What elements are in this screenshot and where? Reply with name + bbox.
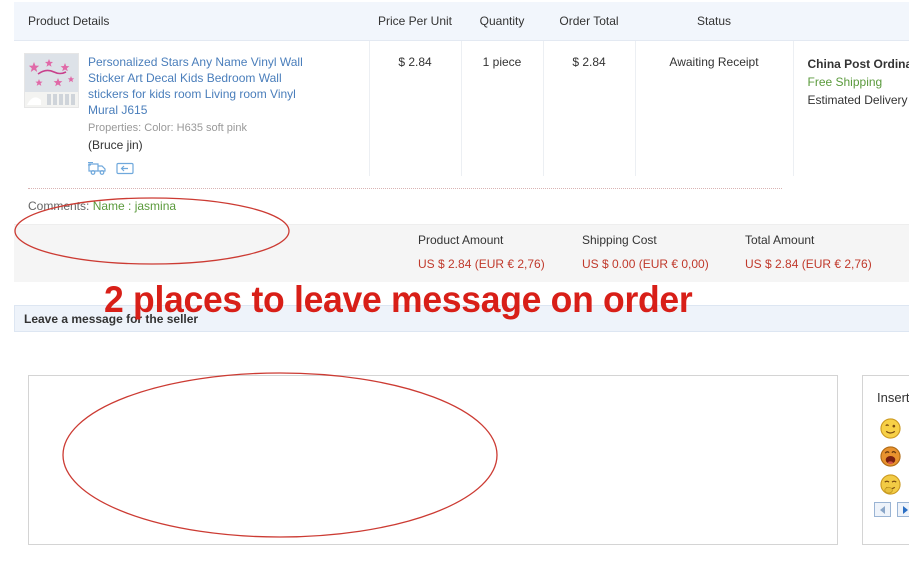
emoticon-grid [874,414,909,498]
smiley-open-mouth-icon[interactable] [879,445,901,467]
shipping-info-cell: China Post Ordinary Small Packet Plus Fr… [793,40,909,176]
column-header-order-total: Order Total [543,2,635,41]
column-header-price: Price Per Unit [369,2,461,41]
leave-message-body: Insert [14,332,909,563]
column-header-shipping [793,2,909,41]
prev-page-icon [880,505,885,514]
return-arrow-icon[interactable] [116,161,134,176]
product-amount-value: US $ 2.84 (EUR € 2,76) [418,257,545,271]
column-header-product: Product Details [14,2,369,41]
shipping-cost-block: Shipping Cost US $ 0.00 (EUR € 0,00) [582,233,709,271]
insert-emoticon-panel: Insert [862,375,909,545]
table-row: Personalized Stars Any Name Vinyl Wall S… [14,40,909,177]
total-amount-label: Total Amount [745,233,815,247]
shipping-cost-label: Shipping Cost [582,233,657,247]
comments-divider [28,188,782,189]
table-header-row: Product Details Price Per Unit Quantity … [14,2,909,41]
order-totals-band: Product Amount US $ 2.84 (EUR € 2,76) Sh… [14,224,909,282]
product-amount-label: Product Amount [418,233,504,247]
shipping-method: China Post Ordinary Small Packet Plus [807,56,909,71]
product-thumbnail[interactable] [24,52,79,108]
comments-row: Comments: Name : jasmina [28,199,176,213]
truck-icon[interactable] [88,161,107,176]
product-thumbnail-image [25,53,78,107]
order-items-table: Product Details Price Per Unit Quantity … [14,2,909,177]
total-amount-block: Total Amount US $ 2.84 (EUR € 2,76) [745,233,872,271]
column-header-quantity: Quantity [461,2,543,41]
product-properties: Properties: Color: H635 soft pink [88,122,247,135]
status-cell: Awaiting Receipt [635,40,794,177]
total-amount-value: US $ 2.84 (EUR € 2,76) [745,257,872,271]
quantity-cell: 1 piece [461,40,544,177]
estimated-delivery-label: Estimated Delivery [807,92,908,107]
price-per-unit-cell: $ 2.84 [369,40,462,177]
shipping-cost-value: US $ 0.00 (EUR € 0,00) [582,257,709,271]
annotation-text: 2 places to leave message on order [104,279,693,320]
smiley-sly-icon[interactable] [879,473,901,495]
next-page-icon [903,505,908,514]
message-textarea[interactable] [28,375,838,545]
next-page-button[interactable] [897,502,909,517]
insert-panel-title: Insert [877,390,909,405]
product-seller-name: (Bruce jin) [88,138,143,153]
order-detail-page: Product Details Price Per Unit Quantity … [0,0,909,563]
product-title-link[interactable]: Personalized Stars Any Name Vinyl Wall S… [88,54,306,119]
prev-page-button[interactable] [874,502,891,517]
product-action-icons [88,161,306,176]
column-header-status: Status [635,2,793,41]
comments-label: Comments: [28,199,90,213]
comments-value: Name : jasmina [92,199,177,213]
order-total-cell: $ 2.84 [543,40,636,177]
free-shipping-label: Free Shipping [807,74,883,89]
product-details-cell: Personalized Stars Any Name Vinyl Wall S… [14,40,370,177]
emoticon-pagination [874,502,909,517]
product-amount-block: Product Amount US $ 2.84 (EUR € 2,76) [418,233,545,271]
smiley-wink-icon[interactable] [879,417,901,439]
